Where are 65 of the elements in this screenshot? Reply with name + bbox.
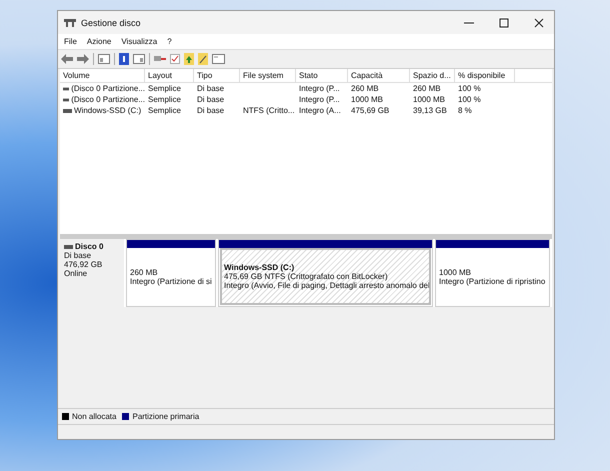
table-cell: Integro (P...: [299, 95, 340, 104]
table-cell: Semplice: [148, 84, 181, 93]
table-cell: Di base: [197, 106, 224, 115]
table-cell: Semplice: [148, 106, 181, 115]
partition-block[interactable]: Windows-SSD (C:) 475,69 GB NTFS (Crittografato con BitLocker) Integro (Avvio, File di paging, Dettagli arresto anomalo del: [218, 239, 433, 307]
folder-up-icon[interactable]: [184, 53, 194, 65]
column-header[interactable]: Volume: [60, 69, 145, 82]
menu-item[interactable]: Azione: [86, 37, 112, 46]
table-cell: Integro (P...: [299, 84, 340, 93]
disk-management-icon: [64, 18, 76, 28]
drive-icon: [64, 244, 73, 248]
menu-item[interactable]: Visualizza: [121, 37, 158, 46]
table-cell: 100 %: [458, 84, 481, 93]
table-cell: 100 %: [458, 95, 481, 104]
panel-icon[interactable]: [98, 54, 110, 64]
table-cell: 260 MB: [351, 84, 379, 93]
table-cell: 39,13 GB: [413, 106, 447, 115]
disk-info-panel[interactable]: Disco 0 Di base 476,92 GB Online: [60, 239, 124, 307]
disk-name: Disco 0: [75, 242, 104, 251]
legend-label: Non allocata: [72, 412, 116, 421]
column-header[interactable]: Tipo: [194, 69, 240, 82]
table-cell[interactable]: (Disco 0 Partizione...: [71, 95, 145, 104]
disk-size: 476,92 GB: [64, 260, 104, 269]
partition-status: Integro (Partizione di si: [130, 276, 213, 286]
table-cell: Di base: [197, 95, 224, 104]
back-arrow-icon[interactable]: [61, 54, 73, 64]
column-header[interactable]: Layout: [145, 69, 194, 82]
partition-status: Integro (Partizione di ripristino: [439, 276, 546, 286]
table-cell: Semplice: [148, 95, 181, 104]
window-icon[interactable]: [212, 54, 225, 64]
legend-label: Partizione primaria: [132, 412, 200, 421]
column-header[interactable]: Spazio d...: [410, 69, 455, 82]
table-cell[interactable]: Windows-SSD (C:): [74, 106, 142, 115]
partition-size: 260 MB: [130, 268, 159, 276]
folder-edit-icon[interactable]: [198, 53, 208, 65]
partition-status: Integro (Avvio, File di paging, Dettagli arresto anomalo del: [224, 281, 429, 290]
table-cell: 8 %: [458, 106, 472, 115]
connect-icon[interactable]: [154, 54, 166, 64]
column-header[interactable]: File system: [240, 69, 296, 82]
partition-title: Windows-SSD (C:): [224, 263, 296, 272]
partition-block[interactable]: 1000 MB Integro (Partizione di ripristino: [435, 239, 550, 307]
drive-icon: [63, 98, 70, 102]
menu-item[interactable]: File: [64, 37, 77, 46]
panel-icon[interactable]: [133, 54, 145, 64]
column-header[interactable]: % disponibile: [455, 69, 515, 82]
partition-size: 475,69 GB NTFS (Crittografato con BitLocker): [224, 272, 389, 281]
disk-status: Online: [64, 269, 88, 278]
forward-arrow-icon[interactable]: [77, 54, 89, 64]
drive-icon: [63, 86, 70, 90]
table-cell: 1000 MB: [413, 95, 446, 104]
menu-item[interactable]: ?: [167, 37, 172, 46]
column-header[interactable]: Capacità: [348, 69, 410, 82]
table-cell: NTFS (Critto...: [243, 106, 295, 115]
checkmark-icon[interactable]: [170, 54, 180, 64]
partition-size: 1000 MB: [439, 268, 472, 276]
disk-type: Di base: [64, 251, 92, 260]
table-cell[interactable]: (Disco 0 Partizione...: [71, 84, 145, 93]
partition-block[interactable]: 260 MB Integro (Partizione di si: [126, 239, 216, 307]
table-cell: Di base: [197, 84, 224, 93]
window-title: Gestione disco: [81, 18, 141, 28]
column-header[interactable]: Stato: [296, 69, 348, 82]
table-cell: 260 MB: [413, 84, 441, 93]
table-cell: 475,69 GB: [351, 106, 390, 115]
table-cell: Integro (A...: [299, 106, 341, 115]
table-cell: 1000 MB: [351, 95, 384, 104]
